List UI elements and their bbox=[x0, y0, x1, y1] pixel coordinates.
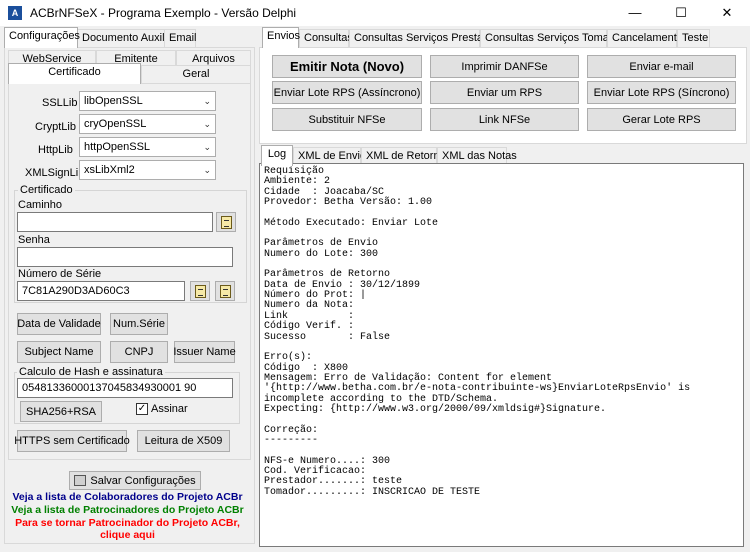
tab-cancelamento[interactable]: Cancelamento bbox=[607, 29, 683, 48]
tab-consultas-tomados[interactable]: Consultas Serviços Tomados bbox=[480, 29, 627, 48]
enviar-lote-assincrono-button[interactable]: Enviar Lote RPS (Assíncrono) bbox=[272, 81, 422, 104]
tab-email[interactable]: Email bbox=[164, 29, 197, 48]
window-title: ACBrNFSeX - Programa Exemplo - Versão De… bbox=[30, 6, 297, 20]
sha256-rsa-button[interactable]: SHA256+RSA bbox=[20, 401, 102, 422]
link-clique-aqui[interactable]: clique aqui bbox=[0, 529, 255, 541]
substituir-nfse-button[interactable]: Substituir NFSe bbox=[272, 108, 422, 131]
link-patrocinar[interactable]: Para se tornar Patrocinador do Projeto A… bbox=[0, 517, 255, 529]
tab-teste[interactable]: Teste bbox=[677, 29, 710, 48]
numserie-label: Número de Série bbox=[18, 268, 102, 280]
chevron-down-icon: ⌄ bbox=[203, 142, 211, 152]
salvar-label: Salvar Configurações bbox=[90, 474, 196, 487]
tab-envios[interactable]: Envios bbox=[262, 27, 300, 48]
xmlsignlib-value: xsLibXml2 bbox=[84, 164, 135, 176]
data-validade-button[interactable]: Data de Validade bbox=[17, 313, 101, 335]
gerar-lote-rps-button[interactable]: Gerar Lote RPS bbox=[587, 108, 736, 131]
app-icon: A bbox=[8, 6, 22, 20]
close-button[interactable]: ✕ bbox=[704, 0, 750, 26]
enviar-email-button[interactable]: Enviar e-mail bbox=[587, 55, 736, 78]
cryptlib-value: cryOpenSSL bbox=[84, 118, 147, 130]
lookup-numserie-2-button[interactable] bbox=[215, 281, 235, 301]
browse-caminho-button[interactable] bbox=[216, 212, 236, 232]
senha-input[interactable] bbox=[17, 247, 233, 267]
leitura-x509-button[interactable]: Leitura de X509 bbox=[137, 430, 230, 452]
folder-icon bbox=[220, 215, 232, 229]
chevron-down-icon: ⌄ bbox=[203, 96, 211, 106]
cryptlib-label: CryptLib bbox=[35, 121, 76, 133]
enviar-lote-sincrono-button[interactable]: Enviar Lote RPS (Síncrono) bbox=[587, 81, 736, 104]
numserie-input[interactable]: 7C81A290D3AD60C3 bbox=[17, 281, 185, 301]
num-serie-button[interactable]: Num.Série bbox=[110, 313, 168, 335]
tab-geral[interactable]: Geral bbox=[141, 65, 251, 84]
certificado-group-title: Certificado bbox=[18, 184, 75, 196]
log-memo[interactable]: Requisição Ambiente: 2 Cidade : Joacaba/… bbox=[259, 163, 744, 547]
xmlsignlib-label: XMLSignLib bbox=[25, 167, 85, 179]
caminho-input[interactable] bbox=[17, 212, 213, 232]
link-colaboradores[interactable]: Veja a lista de Colaboradores do Projeto… bbox=[0, 491, 255, 503]
hash-input[interactable]: 05481336000137045834930001 90 bbox=[17, 378, 233, 398]
link-nfse-button[interactable]: Link NFSe bbox=[430, 108, 579, 131]
https-sem-certificado-button[interactable]: HTTPS sem Certificado bbox=[14, 430, 130, 452]
chevron-down-icon: ⌄ bbox=[203, 119, 211, 129]
emitir-nota-button[interactable]: Emitir Nota (Novo) bbox=[272, 55, 422, 78]
chevron-down-icon: ⌄ bbox=[203, 165, 211, 175]
document-icon bbox=[219, 284, 231, 298]
document-icon bbox=[194, 284, 206, 298]
ssllib-value: libOpenSSL bbox=[84, 95, 143, 107]
imprimir-danfse-button[interactable]: Imprimir DANFSe bbox=[430, 55, 579, 78]
ssllib-select[interactable]: libOpenSSL ⌄ bbox=[79, 91, 216, 111]
ssllib-label: SSLLib bbox=[42, 97, 78, 109]
xmlsignlib-select[interactable]: xsLibXml2 ⌄ bbox=[79, 160, 216, 180]
assinar-checkbox[interactable]: ✓ bbox=[136, 403, 148, 415]
lookup-numserie-button[interactable] bbox=[190, 281, 210, 301]
subject-name-button[interactable]: Subject Name bbox=[17, 341, 101, 363]
tab-log[interactable]: Log bbox=[261, 145, 293, 166]
minimize-button[interactable]: — bbox=[612, 0, 658, 26]
tab-certificado[interactable]: Certificado bbox=[8, 63, 141, 84]
maximize-button[interactable]: ☐ bbox=[658, 0, 704, 26]
httplib-label: HttpLib bbox=[38, 144, 73, 156]
enviar-um-rps-button[interactable]: Enviar um RPS bbox=[430, 81, 579, 104]
httplib-value: httpOpenSSL bbox=[84, 141, 151, 153]
senha-label: Senha bbox=[18, 234, 50, 246]
salvar-configuracoes-button[interactable]: Salvar Configurações bbox=[69, 471, 201, 490]
tab-consultas-prestados[interactable]: Consultas Serviços Prestados bbox=[349, 29, 501, 48]
hash-group-title: Calculo de Hash e assinatura bbox=[17, 366, 165, 378]
assinar-label: Assinar bbox=[151, 403, 188, 415]
issuer-name-button[interactable]: Issuer Name bbox=[173, 341, 236, 363]
title-bar: A ACBrNFSeX - Programa Exemplo - Versão … bbox=[0, 0, 750, 26]
caminho-label: Caminho bbox=[18, 199, 63, 211]
tab-configuracoes[interactable]: Configurações bbox=[4, 27, 80, 48]
cnpj-button[interactable]: CNPJ bbox=[110, 341, 168, 363]
link-patrocinadores[interactable]: Veja a lista de Patrocinadores do Projet… bbox=[0, 504, 255, 516]
save-icon bbox=[74, 475, 87, 486]
tab-documento-auxiliar[interactable]: Documento Auxiliar bbox=[77, 29, 177, 48]
httplib-select[interactable]: httpOpenSSL ⌄ bbox=[79, 137, 216, 157]
cryptlib-select[interactable]: cryOpenSSL ⌄ bbox=[79, 114, 216, 134]
tab-consultas[interactable]: Consultas bbox=[299, 29, 353, 48]
